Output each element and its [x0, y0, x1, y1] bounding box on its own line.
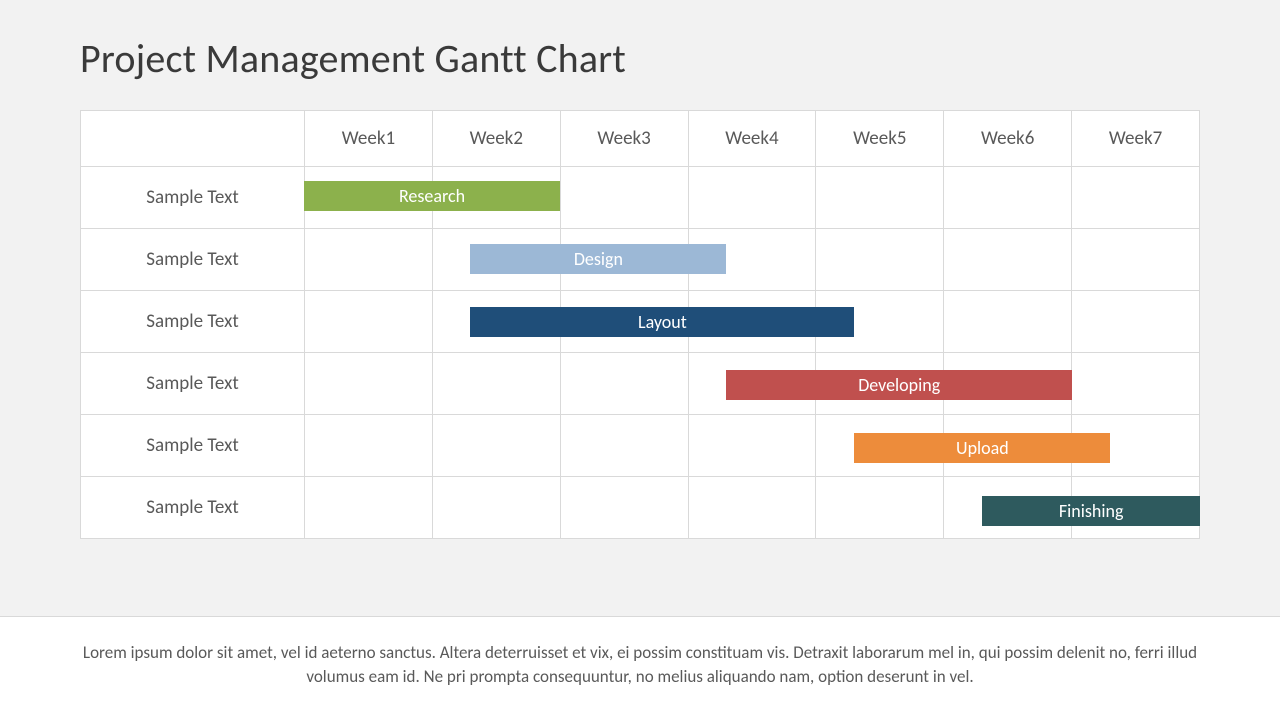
gantt-header-cell: Week2 [432, 111, 560, 167]
gantt-row: Sample Text [81, 291, 1200, 353]
gantt-row: Sample Text [81, 167, 1200, 229]
gantt-header-cell: Week5 [816, 111, 944, 167]
gantt-header-cell: Week7 [1072, 111, 1200, 167]
gantt-row-label: Sample Text [81, 229, 305, 291]
gantt-row-label: Sample Text [81, 353, 305, 415]
gantt-table: Week1 Week2 Week3 Week4 Week5 Week6 Week… [80, 110, 1200, 539]
page-title: Project Management Gantt Chart [80, 34, 626, 83]
gantt-row: Sample Text [81, 229, 1200, 291]
gantt-header-cell: Week4 [688, 111, 816, 167]
gantt-row-label: Sample Text [81, 477, 305, 539]
gantt-header-empty [81, 111, 305, 167]
gantt-row: Sample Text [81, 353, 1200, 415]
gantt-row: Sample Text [81, 477, 1200, 539]
footer-text: Lorem ipsum dolor sit amet, vel id aeter… [80, 641, 1200, 690]
gantt-header-cell: Week1 [305, 111, 433, 167]
gantt-header-cell: Week6 [944, 111, 1072, 167]
slide: Project Management Gantt Chart Week1 Wee… [0, 0, 1280, 720]
gantt-row-label: Sample Text [81, 167, 305, 229]
footer: Lorem ipsum dolor sit amet, vel id aeter… [0, 616, 1280, 720]
gantt-row-label: Sample Text [81, 415, 305, 477]
gantt-row-label: Sample Text [81, 291, 305, 353]
gantt-header-row: Week1 Week2 Week3 Week4 Week5 Week6 Week… [81, 111, 1200, 167]
gantt-row: Sample Text [81, 415, 1200, 477]
gantt-chart: Week1 Week2 Week3 Week4 Week5 Week6 Week… [80, 110, 1200, 539]
gantt-header-cell: Week3 [560, 111, 688, 167]
